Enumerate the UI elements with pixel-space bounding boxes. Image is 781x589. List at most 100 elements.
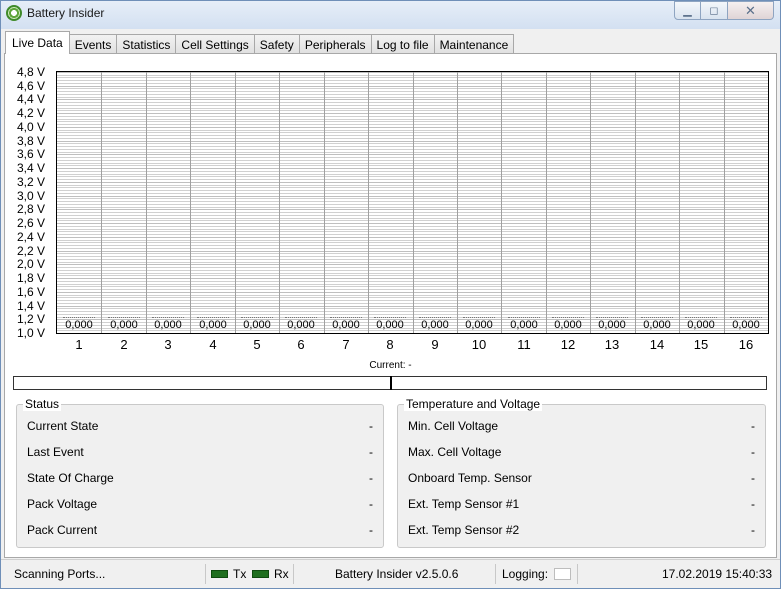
temp-value: - <box>751 419 755 433</box>
chart-plot-area: 0,000 0,000 0,000 0,000 0,000 0,000 0,000 0,000… <box>56 71 769 334</box>
x-tick-label: 14 <box>649 337 665 352</box>
bar-baseline <box>285 317 317 318</box>
x-tick-label: 2 <box>120 337 128 352</box>
version-label: Battery Insider v2.5.0.6 <box>335 567 459 581</box>
rx-indicator-icon <box>252 570 269 578</box>
bar-baseline <box>641 317 673 318</box>
tab-events[interactable]: Events <box>68 34 118 54</box>
temp-label: Min. Cell Voltage <box>408 419 499 433</box>
tx-label: Tx <box>233 567 247 581</box>
grid-line <box>235 72 236 333</box>
bar-value-label: 0,000 <box>243 319 271 331</box>
temp-label: Ext. Temp Sensor #1 <box>408 497 520 511</box>
tab-strip: Live Data Events Statistics Cell Setting… <box>5 31 515 54</box>
bar-baseline <box>552 317 584 318</box>
y-tick-label: 1,2 V <box>17 312 46 327</box>
y-tick-label: 4,0 V <box>17 119 46 134</box>
temp-value: - <box>751 523 755 537</box>
x-tick-label: 3 <box>164 337 172 352</box>
grid-line <box>324 72 325 333</box>
x-tick-label: 9 <box>431 337 439 352</box>
temp-row-ext-sensor-1: Ext. Temp Sensor #1 - <box>408 497 755 513</box>
x-tick-label: 15 <box>693 337 709 352</box>
status-label: Last Event <box>27 445 84 459</box>
status-row-current-state: Current State - <box>27 419 373 435</box>
bar-value-label: 0,000 <box>65 319 93 331</box>
grid-line <box>101 72 102 333</box>
status-label: Current State <box>27 419 99 433</box>
app-window: Battery Insider ▁ ◻ ✕ Live Data Events S… <box>0 0 781 589</box>
status-value: - <box>369 471 373 485</box>
status-label: Pack Current <box>27 523 98 537</box>
bar-baseline <box>63 317 95 318</box>
grid-line <box>724 72 725 333</box>
bar-baseline <box>730 317 762 318</box>
temp-label: Ext. Temp Sensor #2 <box>408 523 520 537</box>
tab-safety[interactable]: Safety <box>253 34 300 54</box>
x-tick-label: 10 <box>471 337 487 352</box>
bar-baseline <box>463 317 495 318</box>
grid-line <box>501 72 502 333</box>
temp-label: Max. Cell Voltage <box>408 445 502 459</box>
cell-voltage-chart: 0,000 0,000 0,000 0,000 0,000 0,000 0,000 0,000… <box>5 54 776 354</box>
tab-live-data[interactable]: Live Data <box>5 31 70 54</box>
rx-label: Rx <box>274 567 289 581</box>
y-tick-label: 3,6 V <box>17 147 46 162</box>
status-value: - <box>369 419 373 433</box>
status-separator <box>577 564 578 584</box>
caption-buttons: ▁ ◻ ✕ <box>674 1 774 20</box>
bar-value-label: 0,000 <box>643 319 671 331</box>
temp-value: - <box>751 497 755 511</box>
x-tick-label: 16 <box>738 337 754 352</box>
bar-value-label: 0,000 <box>421 319 449 331</box>
grid-line <box>190 72 191 333</box>
y-tick-label: 2,6 V <box>17 216 46 231</box>
status-value: - <box>369 445 373 459</box>
grid-line <box>368 72 369 333</box>
logging-label: Logging: <box>502 567 549 581</box>
status-separator <box>205 564 206 584</box>
battery-insider-app-icon <box>6 5 22 21</box>
y-tick-label: 4,2 V <box>17 106 46 121</box>
y-tick-label: 1,6 V <box>17 284 46 299</box>
grid-line <box>413 72 414 333</box>
temp-label: Onboard Temp. Sensor <box>408 471 532 485</box>
datetime-label: 17.02.2019 15:40:33 <box>662 567 773 581</box>
tab-log-to-file[interactable]: Log to file <box>370 34 435 54</box>
temp-row-max-cell-voltage: Max. Cell Voltage - <box>408 445 755 461</box>
grid-line <box>679 72 680 333</box>
bar-value-label: 0,000 <box>110 319 138 331</box>
bar-value-label: 0,000 <box>554 319 582 331</box>
status-value: - <box>369 497 373 511</box>
bar-value-label: 0,000 <box>376 319 404 331</box>
minimize-button[interactable]: ▁ <box>674 1 701 20</box>
bar-value-label: 0,000 <box>332 319 360 331</box>
tab-peripherals[interactable]: Peripherals <box>298 34 372 54</box>
bar-value-label: 0,000 <box>465 319 493 331</box>
bar-value-label: 0,000 <box>687 319 715 331</box>
bar-value-label: 0,000 <box>598 319 626 331</box>
tab-cell-settings[interactable]: Cell Settings <box>175 34 255 54</box>
status-bar: Scanning Ports... Tx Rx Battery Insider … <box>1 559 780 588</box>
tab-maintenance[interactable]: Maintenance <box>433 34 515 54</box>
x-tick-label: 8 <box>386 337 394 352</box>
x-tick-label: 12 <box>560 337 576 352</box>
bar-baseline <box>108 317 140 318</box>
title-bar[interactable]: Battery Insider ▁ ◻ ✕ <box>1 1 780 29</box>
temp-value: - <box>751 445 755 459</box>
x-tick-label: 7 <box>342 337 350 352</box>
x-tick-label: 5 <box>253 337 261 352</box>
status-label: Pack Voltage <box>27 497 98 511</box>
grid-line <box>590 72 591 333</box>
current-gauge <box>13 376 767 390</box>
y-tick-label: 3,8 V <box>17 133 46 148</box>
status-group: Status Current State - Last Event - Stat… <box>16 397 384 548</box>
y-tick-label: 2,2 V <box>17 243 46 258</box>
y-tick-label: 1,0 V <box>17 326 46 340</box>
maximize-button[interactable]: ◻ <box>701 1 728 20</box>
close-button[interactable]: ✕ <box>728 1 774 20</box>
status-row-last-event: Last Event - <box>27 445 373 461</box>
scan-status: Scanning Ports... <box>14 567 106 581</box>
temperature-voltage-group: Temperature and Voltage Min. Cell Voltag… <box>397 397 766 548</box>
tab-statistics[interactable]: Statistics <box>116 34 177 54</box>
